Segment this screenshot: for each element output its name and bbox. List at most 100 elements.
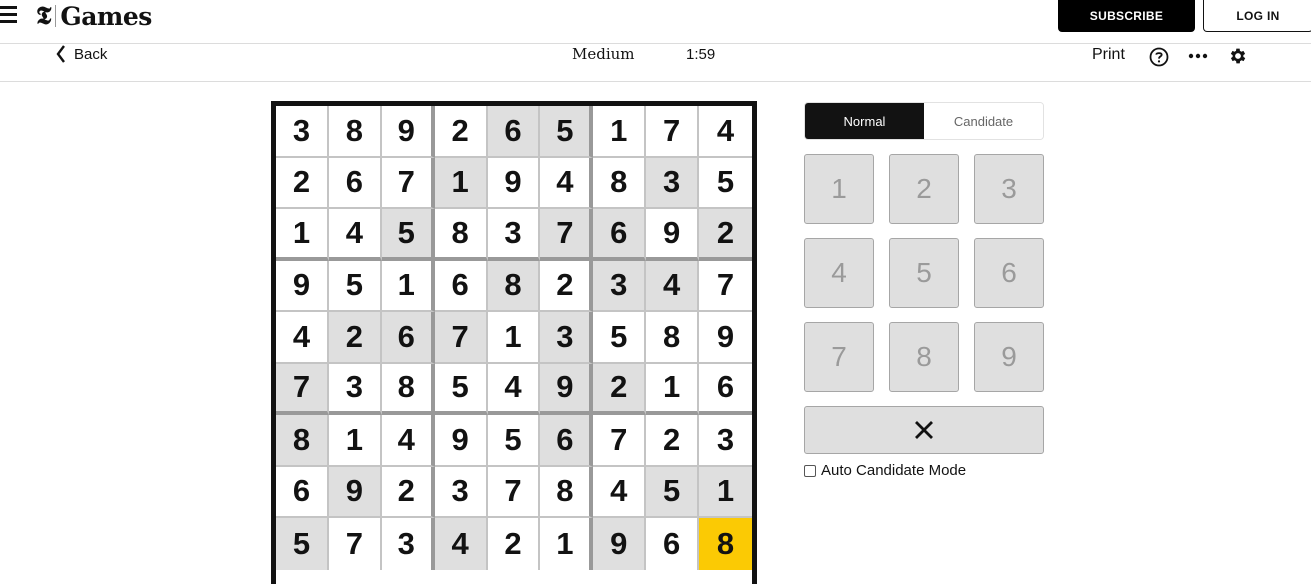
grid-cell[interactable]: 8: [276, 415, 329, 467]
grid-cell[interactable]: 7: [276, 363, 329, 415]
grid-cell[interactable]: 1: [381, 260, 435, 312]
grid-cell[interactable]: 5: [699, 157, 752, 209]
grid-cell[interactable]: 2: [593, 363, 647, 415]
auto-candidate-toggle[interactable]: Auto Candidate Mode: [804, 462, 1044, 479]
print-button[interactable]: Print: [1092, 46, 1125, 64]
grid-cell[interactable]: 5: [434, 363, 488, 415]
grid-cell[interactable]: 7: [593, 415, 647, 467]
grid-cell[interactable]: 6: [434, 260, 488, 312]
grid-cell[interactable]: 2: [381, 466, 435, 518]
grid-cell[interactable]: 7: [540, 209, 594, 261]
grid-cell[interactable]: 5: [487, 415, 541, 467]
grid-cell[interactable]: 4: [434, 518, 488, 570]
grid-cell[interactable]: 3: [434, 466, 488, 518]
grid-cell[interactable]: 5: [276, 518, 329, 570]
grid-cell[interactable]: 7: [699, 260, 752, 312]
grid-cell[interactable]: 6: [540, 415, 594, 467]
grid-cell[interactable]: 8: [487, 260, 541, 312]
grid-cell[interactable]: 9: [540, 363, 594, 415]
grid-cell[interactable]: 1: [646, 363, 700, 415]
grid-cell[interactable]: 2: [328, 312, 382, 364]
number-key-3[interactable]: 3: [974, 154, 1044, 224]
login-button[interactable]: LOG IN: [1203, 0, 1311, 32]
help-icon[interactable]: [1149, 47, 1169, 67]
grid-cell[interactable]: 4: [328, 209, 382, 261]
number-key-5[interactable]: 5: [889, 238, 959, 308]
grid-cell[interactable]: 5: [646, 466, 700, 518]
grid-cell[interactable]: 3: [540, 312, 594, 364]
grid-cell[interactable]: 7: [434, 312, 488, 364]
grid-cell[interactable]: 1: [276, 209, 329, 261]
grid-cell[interactable]: 8: [381, 363, 435, 415]
grid-cell[interactable]: 1: [434, 157, 488, 209]
grid-cell[interactable]: 9: [434, 415, 488, 467]
grid-cell[interactable]: 6: [699, 363, 752, 415]
number-key-9[interactable]: 9: [974, 322, 1044, 392]
grid-cell[interactable]: 3: [328, 363, 382, 415]
grid-cell[interactable]: 6: [646, 518, 700, 570]
nyt-games-logo[interactable]: 𝕿 Games: [36, 0, 152, 32]
grid-cell[interactable]: 7: [646, 106, 700, 158]
grid-cell[interactable]: 2: [540, 260, 594, 312]
more-options-icon[interactable]: [1188, 52, 1208, 60]
grid-cell[interactable]: 3: [487, 209, 541, 261]
grid-cell[interactable]: 7: [328, 518, 382, 570]
grid-cell[interactable]: 1: [699, 466, 752, 518]
grid-cell[interactable]: 4: [381, 415, 435, 467]
grid-cell[interactable]: 3: [699, 415, 752, 467]
grid-cell[interactable]: 8: [699, 518, 752, 570]
grid-cell[interactable]: 6: [381, 312, 435, 364]
number-key-6[interactable]: 6: [974, 238, 1044, 308]
grid-cell[interactable]: 9: [276, 260, 329, 312]
grid-cell[interactable]: 7: [381, 157, 435, 209]
grid-cell[interactable]: 5: [328, 260, 382, 312]
grid-cell[interactable]: 9: [699, 312, 752, 364]
settings-gear-icon[interactable]: [1228, 45, 1248, 67]
grid-cell[interactable]: 3: [646, 157, 700, 209]
grid-cell[interactable]: 3: [593, 260, 647, 312]
number-key-4[interactable]: 4: [804, 238, 874, 308]
grid-cell[interactable]: 5: [593, 312, 647, 364]
grid-cell[interactable]: 2: [699, 209, 752, 261]
grid-cell[interactable]: 1: [540, 518, 594, 570]
mode-candidate-button[interactable]: Candidate: [924, 103, 1043, 139]
grid-cell[interactable]: 9: [328, 466, 382, 518]
grid-cell[interactable]: 9: [381, 106, 435, 158]
grid-cell[interactable]: 9: [646, 209, 700, 261]
grid-cell[interactable]: 4: [593, 466, 647, 518]
grid-cell[interactable]: 8: [434, 209, 488, 261]
grid-cell[interactable]: 8: [593, 157, 647, 209]
grid-cell[interactable]: 4: [646, 260, 700, 312]
grid-cell[interactable]: 4: [487, 363, 541, 415]
grid-cell[interactable]: 1: [328, 415, 382, 467]
grid-cell[interactable]: 4: [276, 312, 329, 364]
number-key-1[interactable]: 1: [804, 154, 874, 224]
grid-cell[interactable]: 5: [381, 209, 435, 261]
grid-cell[interactable]: 4: [699, 106, 752, 158]
number-key-8[interactable]: 8: [889, 322, 959, 392]
grid-cell[interactable]: 2: [434, 106, 488, 158]
number-key-7[interactable]: 7: [804, 322, 874, 392]
grid-cell[interactable]: 1: [593, 106, 647, 158]
grid-cell[interactable]: 2: [487, 518, 541, 570]
grid-cell[interactable]: 6: [487, 106, 541, 158]
grid-cell[interactable]: 1: [487, 312, 541, 364]
back-link[interactable]: Back: [56, 44, 107, 64]
grid-cell[interactable]: 8: [328, 106, 382, 158]
erase-button[interactable]: [804, 406, 1044, 454]
mode-normal-button[interactable]: Normal: [805, 103, 924, 139]
grid-cell[interactable]: 4: [540, 157, 594, 209]
grid-cell[interactable]: 8: [646, 312, 700, 364]
grid-cell[interactable]: 3: [276, 106, 329, 158]
grid-cell[interactable]: 9: [487, 157, 541, 209]
number-key-2[interactable]: 2: [889, 154, 959, 224]
grid-cell[interactable]: 6: [593, 209, 647, 261]
auto-candidate-checkbox[interactable]: [804, 464, 816, 477]
grid-cell[interactable]: 6: [328, 157, 382, 209]
grid-cell[interactable]: 8: [540, 466, 594, 518]
grid-cell[interactable]: 5: [540, 106, 594, 158]
menu-icon[interactable]: [0, 6, 18, 26]
subscribe-button[interactable]: SUBSCRIBE: [1058, 0, 1195, 32]
grid-cell[interactable]: 6: [276, 466, 329, 518]
grid-cell[interactable]: 9: [593, 518, 647, 570]
